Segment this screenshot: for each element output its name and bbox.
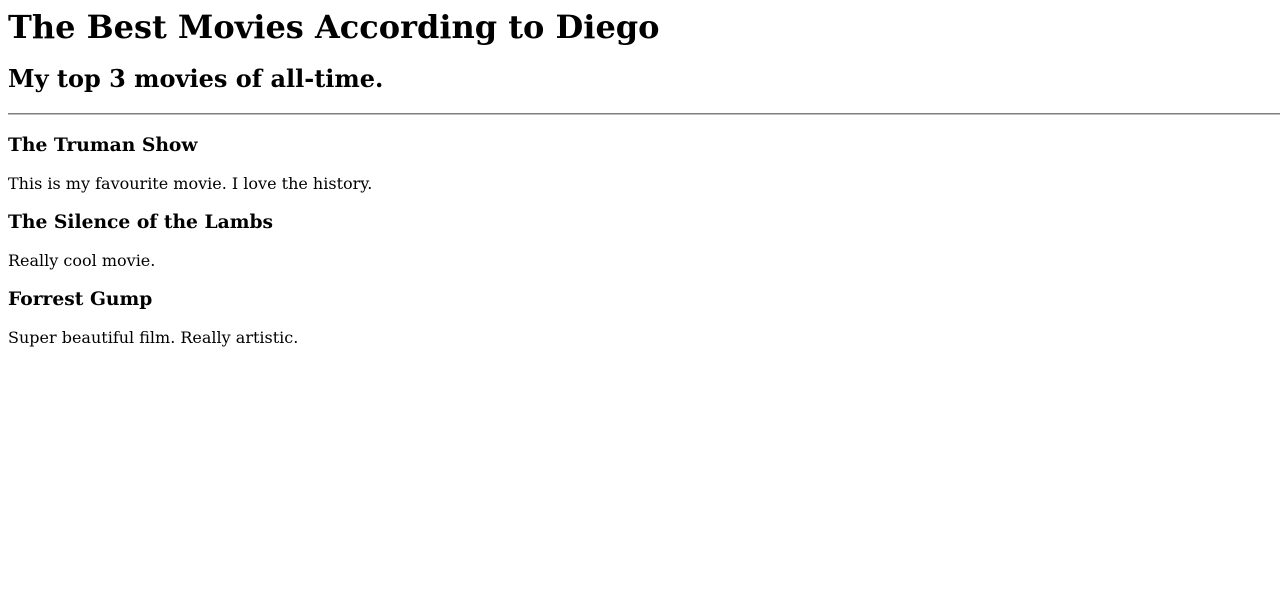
movie-title: Forrest Gump [8,288,153,310]
movie-description: This is my favourite movie. I love the h… [8,174,373,193]
movie-description: Really cool movie. [8,251,156,270]
page-subtitle: My top 3 movies of all-time. [8,64,384,93]
divider [8,113,1280,115]
movie-item-3: Forrest Gump Super beautiful film. Reall… [8,288,1280,347]
movie-item-1: The Truman Show This is my favourite mov… [8,134,1280,193]
page-title: The Best Movies According to Diego [8,8,660,46]
movie-item-2: The Silence of the Lambs Really cool mov… [8,211,1280,270]
movie-title: The Silence of the Lambs [8,211,274,233]
movie-description: Super beautiful film. Really artistic. [8,328,299,347]
movie-title: The Truman Show [8,134,198,156]
page-content: The Best Movies According to Diego My to… [0,8,1280,347]
